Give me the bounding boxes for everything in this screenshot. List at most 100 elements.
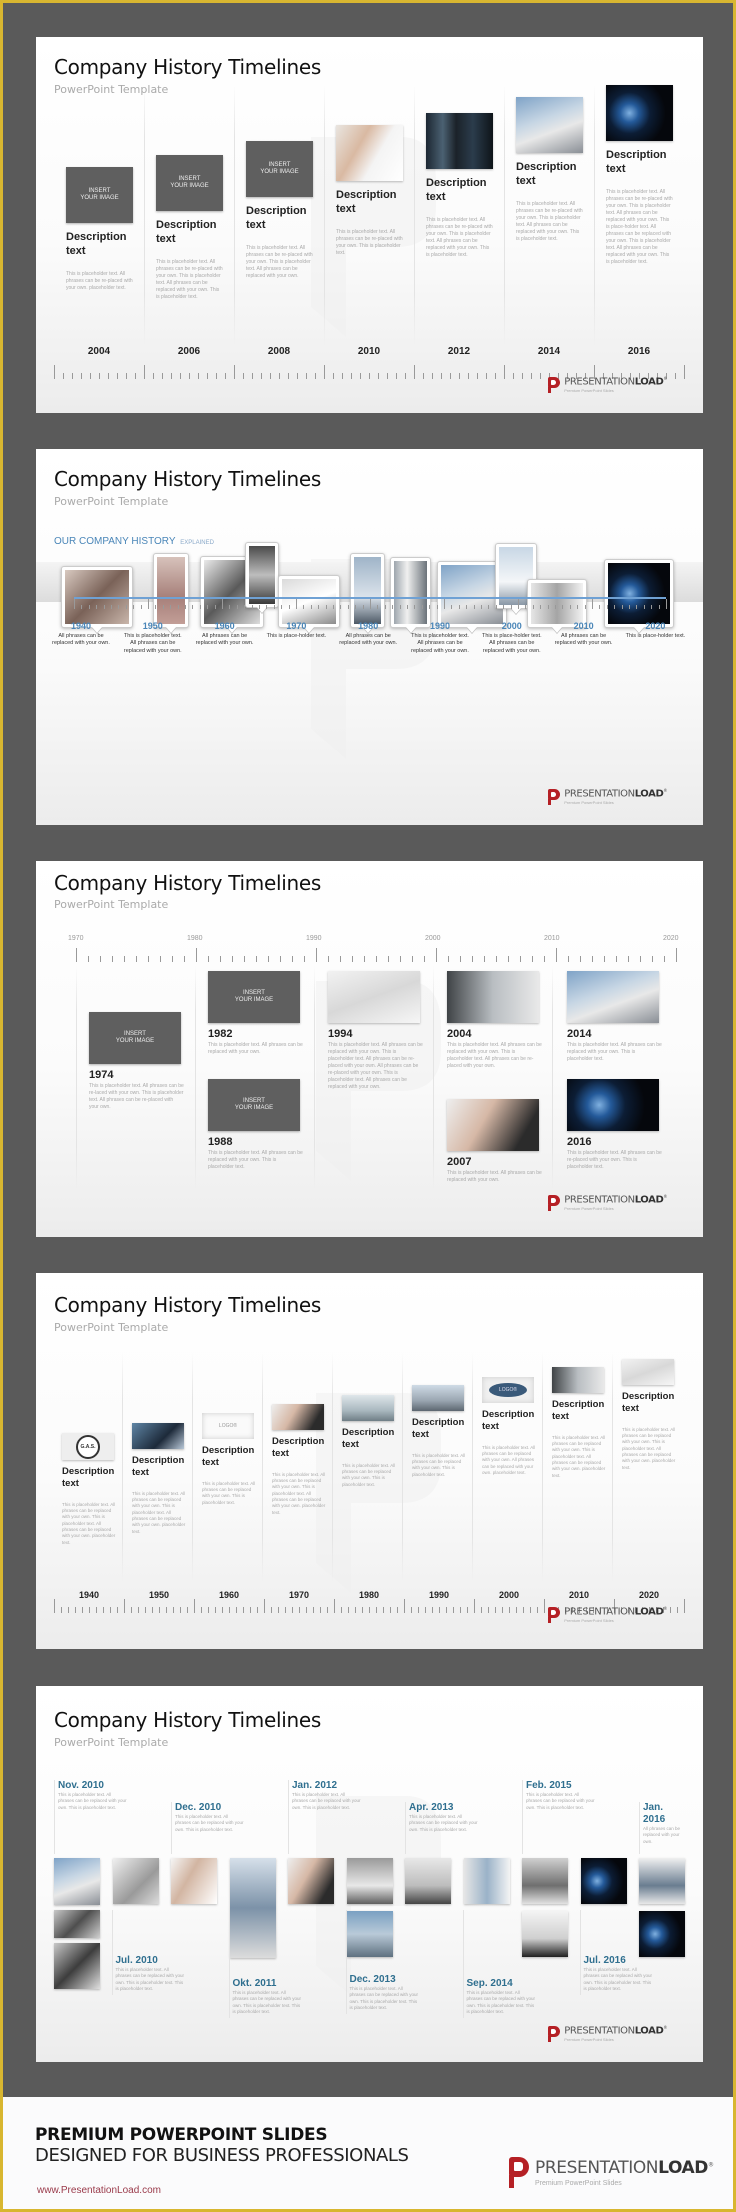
entry-text: This is placeholder text. All phrases ca… xyxy=(328,1042,423,1090)
ruler-minor-tick xyxy=(592,955,593,962)
date-connector xyxy=(522,1780,523,1854)
ruler-minor-tick xyxy=(96,604,98,609)
timeline-image xyxy=(54,1943,100,1989)
ruler-minor-tick xyxy=(376,955,377,962)
photo-callout[interactable] xyxy=(604,559,674,628)
ruler-minor-tick xyxy=(360,372,361,379)
photo-callout[interactable] xyxy=(390,557,431,628)
milestone-caption: All phrases can be replaced with your ow… xyxy=(554,633,613,647)
insert-image-placeholder[interactable]: INSERT YOUR IMAGE xyxy=(208,971,300,1023)
milestone-caption: This is place-holder text. All phrases c… xyxy=(481,633,542,654)
entry-year: 1988 xyxy=(208,1136,233,1148)
footer-website-link[interactable]: www.PresentationLoad.com xyxy=(37,2185,161,2196)
ruler-minor-tick xyxy=(628,955,629,962)
insert-image-placeholder[interactable]: INSERT YOUR IMAGE xyxy=(208,1079,300,1131)
timeline-column: Description text This is placeholder text… xyxy=(606,85,674,266)
ruler-minor-tick xyxy=(118,604,120,609)
column-body-text: This is placeholder text. All phrases ca… xyxy=(62,1501,116,1545)
slide-subtitle: PowerPoint Template xyxy=(54,1321,169,1334)
ruler-minor-tick xyxy=(677,1606,678,1613)
presentationload-logo: PRESENTATIONLOAD® Premium PowerPoint Slid… xyxy=(548,787,667,805)
ruler-minor-tick xyxy=(446,1606,447,1613)
entry-text: This is placeholder text. All phrases ca… xyxy=(583,1967,653,1991)
column-divider xyxy=(612,1353,613,1583)
timeline-column: G.A.S. Description text This is placeholde… xyxy=(62,1433,118,1546)
ruler-minor-tick xyxy=(172,955,173,962)
insert-image-placeholder[interactable]: INSERT YOUR IMAGE xyxy=(89,1012,181,1064)
column-heading: Description text xyxy=(202,1445,255,1468)
entry-date: Feb. 2015 xyxy=(526,1780,572,1791)
column-body-text: This is placeholder text. All phrases ca… xyxy=(342,1462,396,1487)
timeline-entry: INSERT YOUR IMAGE 1974 This is placeholder … xyxy=(89,1012,184,1111)
timeline-column: INSERT YOUR IMAGE Description text This is … xyxy=(156,155,224,301)
ruler-major-tick xyxy=(666,599,667,609)
ruler-minor-tick xyxy=(162,604,164,609)
axis-year-label: 2000 xyxy=(425,935,441,942)
date-connector xyxy=(111,1910,113,1995)
date-connector xyxy=(54,1780,55,1854)
entry-text: All phrases can be replaced with your ow… xyxy=(643,1826,681,1844)
column-image xyxy=(412,1385,464,1411)
ruler-minor-tick xyxy=(103,1606,104,1613)
column-body-text: This is placeholder text. All phrases ca… xyxy=(246,244,313,279)
ruler-major-tick xyxy=(222,599,223,609)
ruler-minor-tick xyxy=(520,955,521,962)
ruler-minor-tick xyxy=(192,604,194,609)
ruler-major-tick xyxy=(234,365,235,379)
ruler-minor-tick xyxy=(285,1606,286,1613)
logo-wordmark: PRESENTATIONLOAD® xyxy=(564,787,667,799)
logo-wordmark: PRESENTATIONLOAD® xyxy=(564,2024,667,2036)
ruler-minor-tick xyxy=(496,955,497,962)
entry-text: This is placeholder text. All phrases ca… xyxy=(175,1814,244,1832)
ruler-minor-tick xyxy=(299,1606,300,1613)
timeline-ruler xyxy=(74,599,667,609)
timeline-entry: 2016 This is placeholder text. All phrase… xyxy=(567,1079,662,1171)
ruler-minor-tick xyxy=(125,604,127,609)
ruler-minor-tick xyxy=(484,955,485,962)
insert-image-placeholder[interactable]: INSERT YOUR IMAGE xyxy=(66,167,133,223)
logo-placeholder[interactable]: LOGO® xyxy=(482,1377,534,1403)
photo-callout[interactable] xyxy=(153,553,189,628)
ruler-minor-tick xyxy=(599,604,601,609)
ruler-minor-tick xyxy=(252,372,253,379)
entry-text: This is placeholder text. All phrases ca… xyxy=(409,1814,478,1832)
ruler-minor-tick xyxy=(222,1606,223,1613)
ruler-minor-tick xyxy=(477,372,478,379)
ruler-minor-tick xyxy=(111,604,112,609)
logo-tagline: Premium PowerPoint Slides xyxy=(564,2037,614,2042)
ruler-minor-tick xyxy=(424,955,425,962)
date-connector xyxy=(405,1802,406,1854)
seal-logo-icon: G.A.S. xyxy=(62,1433,114,1460)
ruler-minor-tick xyxy=(160,955,161,962)
photo-callout[interactable] xyxy=(350,553,385,628)
timeline-entry: 2014 This is placeholder text. All phrase… xyxy=(567,971,662,1063)
entry-year: 2014 xyxy=(567,1028,592,1040)
ruler-minor-tick xyxy=(328,955,329,962)
photo-camera-lens-image xyxy=(608,563,670,624)
logo-tagline: Premium PowerPoint Slides xyxy=(564,1206,614,1211)
slide-title: Company History Timelines xyxy=(54,1293,321,1317)
ruler-minor-tick xyxy=(425,1606,426,1613)
ruler-minor-tick xyxy=(400,955,401,962)
date-entry: Jan. 2016 All phrases can be replaced wit… xyxy=(643,1802,681,1845)
ruler-major-tick xyxy=(148,599,149,609)
ruler-minor-tick xyxy=(180,1606,181,1613)
ruler-minor-tick xyxy=(351,372,352,379)
timeline-year-label: 2004 xyxy=(87,346,111,357)
ruler-minor-tick xyxy=(347,604,349,609)
date-connector xyxy=(345,1910,347,2014)
logo-placeholder[interactable]: LOGO® xyxy=(202,1413,254,1439)
ruler-minor-tick xyxy=(531,372,532,379)
ruler-minor-tick xyxy=(481,1606,482,1613)
entry-text: This is placeholder text. All phrases ca… xyxy=(567,1042,662,1062)
ruler-minor-tick xyxy=(377,604,379,609)
ruler-minor-tick xyxy=(279,372,280,379)
ruler-minor-tick xyxy=(412,955,413,962)
column-body-text: This is placeholder text. All phrases ca… xyxy=(272,1471,326,1515)
milestone-image xyxy=(516,97,583,153)
insert-image-placeholder[interactable]: INSERT YOUR IMAGE xyxy=(156,155,223,211)
ruler-minor-tick xyxy=(266,604,268,609)
entry-image xyxy=(447,1099,539,1151)
insert-image-placeholder[interactable]: INSERT YOUR IMAGE xyxy=(246,141,313,197)
ruler-minor-tick xyxy=(306,372,307,379)
